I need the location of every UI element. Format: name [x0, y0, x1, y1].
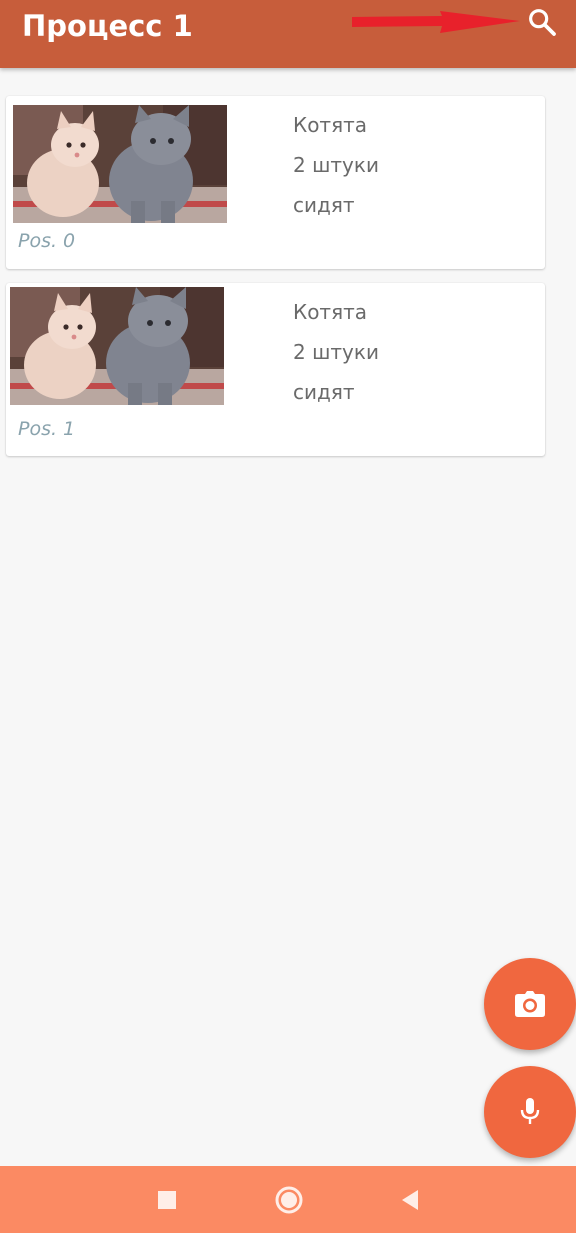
- camera-fab-button[interactable]: [484, 958, 576, 1050]
- home-button[interactable]: [275, 1186, 303, 1214]
- kittens-photo: [10, 287, 224, 405]
- recent-apps-icon: [158, 1191, 176, 1209]
- card-text: Котята 2 штуки сидят: [293, 105, 379, 225]
- microphone-icon: [520, 1098, 540, 1124]
- item-status: сидят: [293, 380, 355, 404]
- item-title: Котята: [293, 113, 368, 137]
- system-navigation-bar: [0, 1166, 576, 1233]
- kittens-photo: [13, 105, 227, 223]
- position-label: Pos. 1: [18, 418, 76, 440]
- app-bar: Процесс 1: [0, 0, 576, 68]
- red-arrow-annotation: [352, 11, 520, 33]
- search-icon: [529, 9, 556, 36]
- app-screen: Процесс 1 Котята 2 штуки сидят Pos. 0 Ко…: [0, 0, 576, 1233]
- microphone-fab-button[interactable]: [484, 1066, 576, 1158]
- home-icon: [275, 1186, 303, 1214]
- item-title: Котята: [293, 300, 368, 324]
- card-text: Котята 2 штуки сидят: [293, 292, 379, 412]
- recent-apps-button[interactable]: [153, 1186, 181, 1214]
- search-button[interactable]: [522, 2, 562, 42]
- list-item[interactable]: Котята 2 штуки сидят Pos. 0: [6, 96, 545, 269]
- back-icon: [402, 1190, 418, 1210]
- item-status: сидят: [293, 193, 355, 217]
- back-button[interactable]: [396, 1186, 424, 1214]
- camera-icon: [515, 991, 545, 1017]
- item-count: 2 штуки: [293, 340, 379, 364]
- list-item[interactable]: Котята 2 штуки сидят Pos. 1: [6, 283, 545, 456]
- position-label: Pos. 0: [18, 230, 76, 252]
- item-count: 2 штуки: [293, 153, 379, 177]
- page-title: Процесс 1: [22, 9, 193, 43]
